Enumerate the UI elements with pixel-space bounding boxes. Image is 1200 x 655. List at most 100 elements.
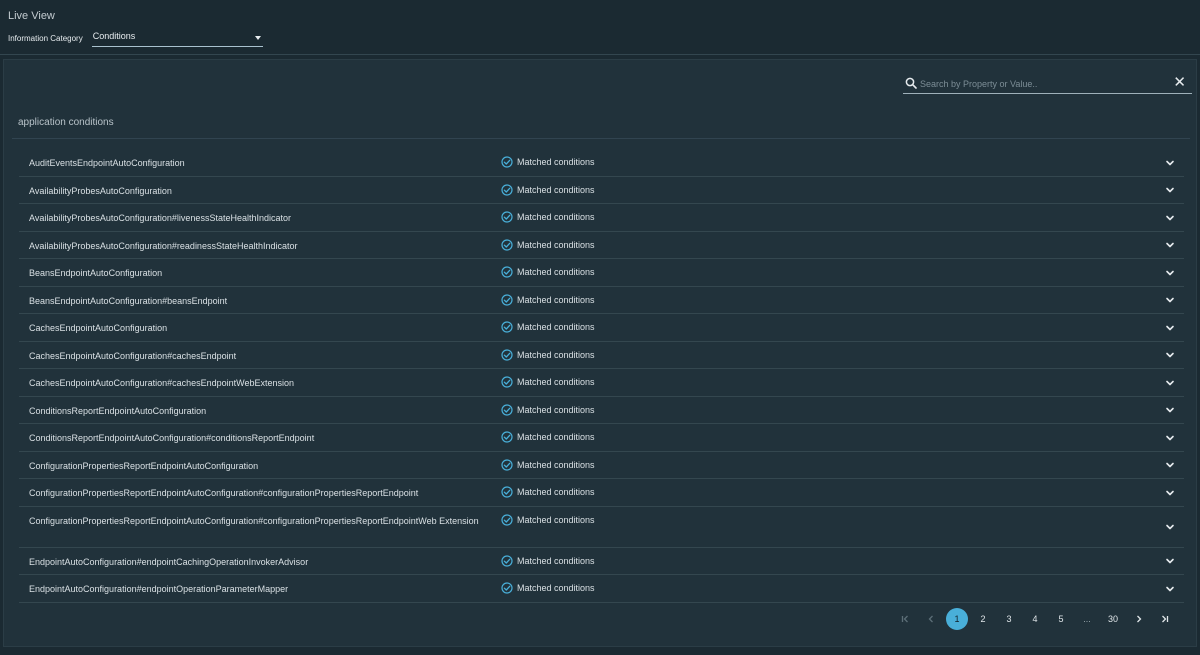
- status-badge: Matched conditions: [501, 582, 595, 594]
- table-row[interactable]: CachesEndpointAutoConfiguration#cachesEn…: [19, 342, 1184, 369]
- status-text: Matched conditions: [517, 212, 595, 222]
- status-text: Matched conditions: [517, 184, 595, 195]
- conditions-panel: Search by Property or Value.. ✕ applicat…: [3, 59, 1197, 647]
- chevron-down-icon[interactable]: [1165, 585, 1175, 593]
- pagination-ellipsis: ...: [1083, 614, 1091, 624]
- chevron-down-icon[interactable]: [1165, 351, 1175, 359]
- chevron-down-icon[interactable]: [1165, 241, 1175, 249]
- condition-name: AvailabilityProbesAutoConfiguration#live…: [29, 213, 291, 223]
- condition-name: CachesEndpointAutoConfiguration#cachesEn…: [29, 378, 295, 388]
- status-text: Matched conditions: [517, 487, 595, 497]
- chevron-down-icon[interactable]: [1165, 489, 1175, 497]
- condition-name: AuditEventsEndpointAutoConfiguration: [29, 158, 185, 168]
- close-icon[interactable]: ✕: [1173, 75, 1186, 91]
- check-circle-icon: [501, 183, 513, 196]
- status-text: Matched conditions: [517, 377, 595, 387]
- table-row[interactable]: ConditionsReportEndpointAutoConfiguratio…: [19, 397, 1184, 424]
- divider: [12, 138, 1190, 139]
- chevron-down-icon[interactable]: [1165, 269, 1175, 277]
- chevron-down-icon[interactable]: [1165, 434, 1175, 442]
- condition-name: ConditionsReportEndpointAutoConfiguratio…: [29, 433, 315, 443]
- condition-name: AvailabilityProbesAutoConfiguration: [29, 185, 172, 196]
- table-row[interactable]: AvailabilityProbesAutoConfiguration Match…: [19, 177, 1184, 204]
- status-text: Matched conditions: [517, 459, 595, 470]
- status-badge: Matched conditions: [501, 183, 595, 196]
- chevron-down-icon[interactable]: [1165, 214, 1175, 222]
- condition-name: AvailabilityProbesAutoConfiguration#read…: [29, 240, 298, 251]
- page-3-button[interactable]: 3: [996, 614, 1022, 624]
- check-circle-icon: [501, 431, 513, 443]
- condition-name: ConditionsReportEndpointAutoConfiguratio…: [29, 405, 207, 416]
- status-badge: Matched conditions: [501, 513, 595, 526]
- status-text: Matched conditions: [517, 349, 595, 360]
- chevron-down-icon[interactable]: [1165, 406, 1175, 414]
- chevron-down-icon[interactable]: [1165, 461, 1175, 469]
- chevron-down-icon[interactable]: [1165, 186, 1175, 194]
- table-row[interactable]: ConfigurationPropertiesReportEndpointAut…: [19, 507, 1184, 548]
- condition-name: BeansEndpointAutoConfiguration#beansEndp…: [29, 295, 228, 306]
- page-4-button[interactable]: 4: [1022, 614, 1048, 624]
- status-badge: Matched conditions: [501, 486, 595, 498]
- last-page-icon[interactable]: [1152, 614, 1178, 624]
- status-text: Matched conditions: [517, 294, 595, 305]
- chevron-down-icon[interactable]: [1165, 324, 1175, 332]
- page-5-button[interactable]: 5: [1048, 614, 1074, 624]
- page-1-button[interactable]: 1: [946, 608, 968, 630]
- page-last-button[interactable]: 30: [1100, 614, 1126, 624]
- pagination: 1 2 3 4 5... 30: [892, 608, 1178, 630]
- check-circle-icon: [501, 266, 513, 278]
- page-2-button[interactable]: 2: [970, 614, 996, 624]
- previous-page-icon[interactable]: [918, 614, 944, 624]
- status-badge: Matched conditions: [501, 431, 595, 443]
- conditions-table: AuditEventsEndpointAutoConfiguration Matc…: [19, 149, 1184, 603]
- condition-name: ConfigurationPropertiesReportEndpointAut…: [29, 488, 419, 498]
- category-select[interactable]: Conditions: [91, 30, 263, 47]
- condition-name: EndpointAutoConfiguration#endpointOperat…: [29, 584, 289, 594]
- chevron-down-icon[interactable]: [1165, 296, 1175, 304]
- chevron-down-icon[interactable]: [1165, 159, 1175, 167]
- search-input[interactable]: Search by Property or Value..: [920, 79, 1037, 89]
- table-row[interactable]: ConditionsReportEndpointAutoConfiguratio…: [19, 424, 1184, 452]
- status-text: Matched conditions: [517, 157, 595, 167]
- table-row[interactable]: BeansEndpointAutoConfiguration Matched co…: [19, 259, 1184, 287]
- status-badge: Matched conditions: [501, 321, 595, 333]
- table-row[interactable]: EndpointAutoConfiguration#endpointCachin…: [19, 548, 1184, 575]
- condition-name: CachesEndpointAutoConfiguration#cachesEn…: [29, 350, 237, 361]
- status-badge: Matched conditions: [501, 156, 595, 168]
- status-text: Matched conditions: [517, 267, 595, 277]
- check-circle-icon: [501, 582, 513, 594]
- check-circle-icon: [501, 238, 513, 251]
- check-circle-icon: [501, 376, 513, 388]
- status-text: Matched conditions: [517, 555, 595, 566]
- status-badge: Matched conditions: [501, 348, 595, 361]
- table-row[interactable]: EndpointAutoConfiguration#endpointOperat…: [19, 575, 1184, 603]
- chevron-down-icon[interactable]: [1165, 557, 1175, 565]
- table-row[interactable]: CachesEndpointAutoConfiguration Matched c…: [19, 314, 1184, 342]
- chevron-down-icon[interactable]: [1165, 379, 1175, 387]
- check-circle-icon: [501, 348, 513, 361]
- table-row[interactable]: BeansEndpointAutoConfiguration#beansEndp…: [19, 287, 1184, 314]
- check-circle-icon: [501, 156, 513, 168]
- status-badge: Matched conditions: [501, 238, 595, 251]
- next-page-icon[interactable]: [1126, 614, 1152, 624]
- check-circle-icon: [501, 486, 513, 498]
- caret-down-icon: [254, 36, 261, 40]
- table-row[interactable]: CachesEndpointAutoConfiguration#cachesEn…: [19, 369, 1184, 397]
- table-row[interactable]: ConfigurationPropertiesReportEndpointAut…: [19, 452, 1184, 479]
- chevron-down-icon[interactable]: [1165, 523, 1175, 531]
- section-title: application conditions: [18, 117, 114, 128]
- category-row: Information Category Conditions: [8, 30, 1192, 47]
- table-row[interactable]: AvailabilityProbesAutoConfiguration#read…: [19, 232, 1184, 259]
- table-row[interactable]: AvailabilityProbesAutoConfiguration#live…: [19, 204, 1184, 232]
- table-row[interactable]: AuditEventsEndpointAutoConfiguration Matc…: [19, 149, 1184, 177]
- status-badge: Matched conditions: [501, 403, 595, 416]
- status-badge: Matched conditions: [501, 554, 595, 567]
- category-select-value: Conditions: [92, 31, 136, 41]
- status-text: Matched conditions: [517, 583, 595, 593]
- status-badge: Matched conditions: [501, 211, 595, 223]
- header: Live View Information Category Condition…: [0, 0, 1200, 55]
- search-field[interactable]: Search by Property or Value.. ✕: [903, 74, 1192, 94]
- table-row[interactable]: ConfigurationPropertiesReportEndpointAut…: [19, 479, 1184, 507]
- status-badge: Matched conditions: [501, 266, 595, 278]
- first-page-icon[interactable]: [892, 614, 918, 624]
